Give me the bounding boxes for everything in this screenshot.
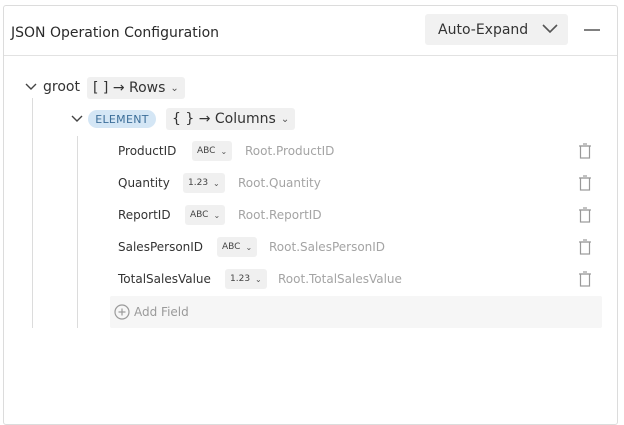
chevron-down-icon: ⌄ [213, 178, 220, 188]
field-type-label: ABC [197, 146, 216, 156]
add-field-button[interactable]: Add Field [110, 296, 602, 328]
field-type-label: 1.23 [188, 178, 209, 188]
root-type-label: [ ] → Rows [93, 80, 166, 96]
chevron-down-icon: ⌄ [280, 113, 290, 125]
expand-mode-select[interactable]: Auto-Expand [425, 14, 568, 45]
tree-guide-element [77, 136, 78, 328]
chevron-down-icon: ⌄ [170, 82, 179, 94]
field-type-select[interactable]: ABC ⌄ [192, 141, 233, 161]
field-path: Root.SalesPersonID [269, 240, 386, 254]
field-type-select[interactable]: 1.23 ⌄ [183, 173, 225, 193]
chevron-down-icon: ⌄ [255, 274, 262, 284]
element-type-label: { } → Columns [172, 111, 276, 127]
trash-icon[interactable] [578, 207, 592, 223]
field-type-select[interactable]: 1.23 ⌄ [225, 269, 267, 289]
plus-circle-icon [114, 304, 130, 320]
field-type-label: 1.23 [230, 274, 251, 284]
trash-icon[interactable] [578, 175, 592, 191]
chevron-down-icon: ⌄ [220, 146, 228, 156]
element-badge: ELEMENT [88, 110, 156, 128]
field-path: Root.ReportID [238, 208, 322, 222]
field-path: Root.ProductID [245, 144, 335, 158]
field-path: Root.TotalSalesValue [278, 272, 402, 286]
panel-title: JSON Operation Configuration [11, 25, 220, 41]
root-type-select[interactable]: [ ] → Rows ⌄ [87, 77, 185, 99]
chevron-down-icon[interactable] [25, 82, 37, 92]
chevron-down-icon: ⌄ [245, 242, 253, 252]
field-name[interactable]: ReportID [118, 208, 171, 222]
expand-mode-value: Auto-Expand [438, 22, 529, 38]
field-path: Root.Quantity [238, 176, 321, 190]
chevron-down-icon [542, 24, 558, 34]
root-node-name: groot [43, 79, 80, 95]
element-type-select[interactable]: { } → Columns ⌄ [166, 108, 296, 130]
field-name[interactable]: SalesPersonID [118, 240, 203, 254]
field-name[interactable]: TotalSalesValue [118, 272, 211, 286]
trash-icon[interactable] [578, 271, 592, 287]
chevron-down-icon[interactable] [71, 114, 83, 124]
add-field-label: Add Field [134, 305, 189, 319]
field-name[interactable]: Quantity [118, 176, 170, 190]
trash-icon[interactable] [578, 239, 592, 255]
field-type-select[interactable]: ABC ⌄ [185, 205, 226, 225]
field-type-label: ABC [190, 210, 209, 220]
minus-icon[interactable] [582, 22, 602, 38]
field-type-label: ABC [222, 242, 241, 252]
chevron-down-icon: ⌄ [213, 210, 221, 220]
field-type-select[interactable]: ABC ⌄ [217, 237, 258, 257]
field-name[interactable]: ProductID [118, 144, 176, 158]
tree-guide-root [32, 98, 33, 328]
trash-icon[interactable] [578, 143, 592, 159]
panel-header: JSON Operation Configuration Auto-Expand [4, 6, 617, 56]
